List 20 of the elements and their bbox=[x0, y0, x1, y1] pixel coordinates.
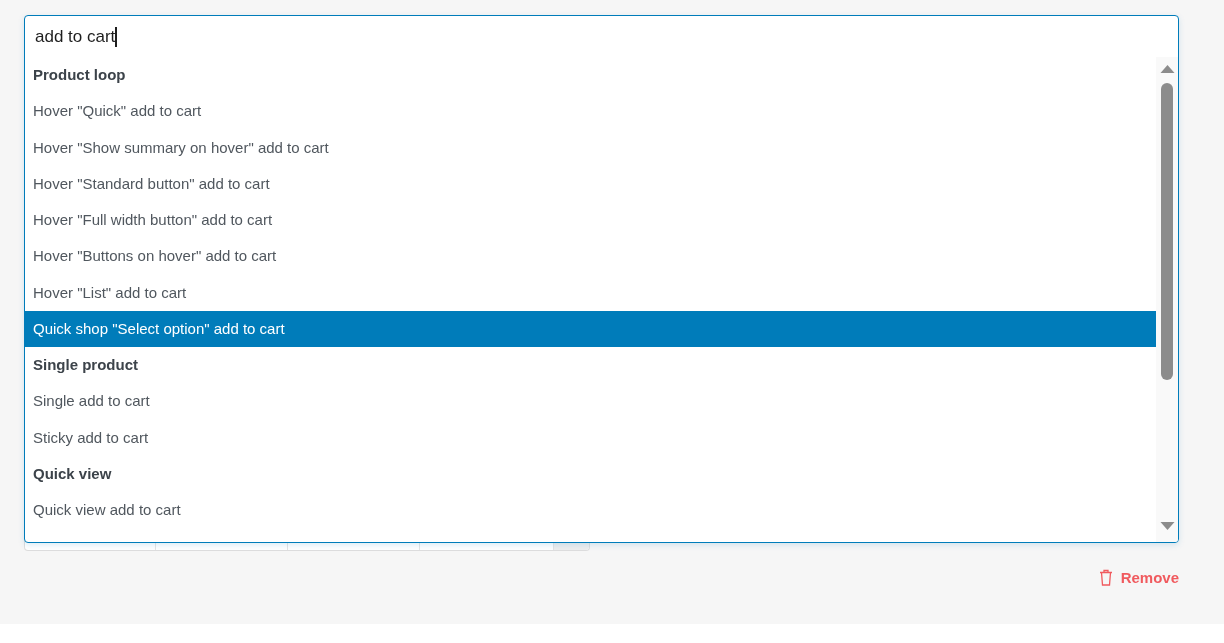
group-heading: Quick view bbox=[32, 463, 113, 484]
trash-icon bbox=[1098, 569, 1113, 586]
dropdown-option[interactable]: Quick view add to cart bbox=[25, 492, 1156, 529]
dropdown-option[interactable]: Hover "Full width button" add to cart bbox=[25, 202, 1156, 239]
up-arrow-icon[interactable] bbox=[1159, 65, 1175, 73]
dropdown-option[interactable]: Hover "Standard button" add to cart bbox=[25, 165, 1156, 202]
group-heading: Single product bbox=[32, 355, 139, 375]
text-cursor-icon bbox=[115, 26, 118, 47]
dropdown-option[interactable]: Single add to cart bbox=[25, 383, 1156, 420]
dropdown-option[interactable]: Quick shop "Select option" add to cart bbox=[25, 310, 1156, 347]
dropdown-option[interactable]: Hover "Quick" add to cart bbox=[25, 93, 1156, 130]
dropdown-option[interactable]: Hover "Buttons on hover" add to cart bbox=[25, 238, 1156, 275]
scrollbar[interactable] bbox=[1156, 57, 1178, 542]
dropdown-option[interactable]: Sticky add to cart bbox=[25, 419, 1156, 456]
search-field[interactable]: add to cart bbox=[25, 16, 1178, 57]
down-arrow-icon[interactable] bbox=[1159, 522, 1175, 530]
group-heading: Product loop bbox=[32, 65, 127, 85]
dropdown-option[interactable]: Hover "List" add to cart bbox=[25, 274, 1156, 311]
dropdown-option[interactable]: Hover "Show summary on hover" add to cart bbox=[25, 129, 1156, 166]
scrollbar-thumb[interactable] bbox=[1161, 83, 1173, 380]
